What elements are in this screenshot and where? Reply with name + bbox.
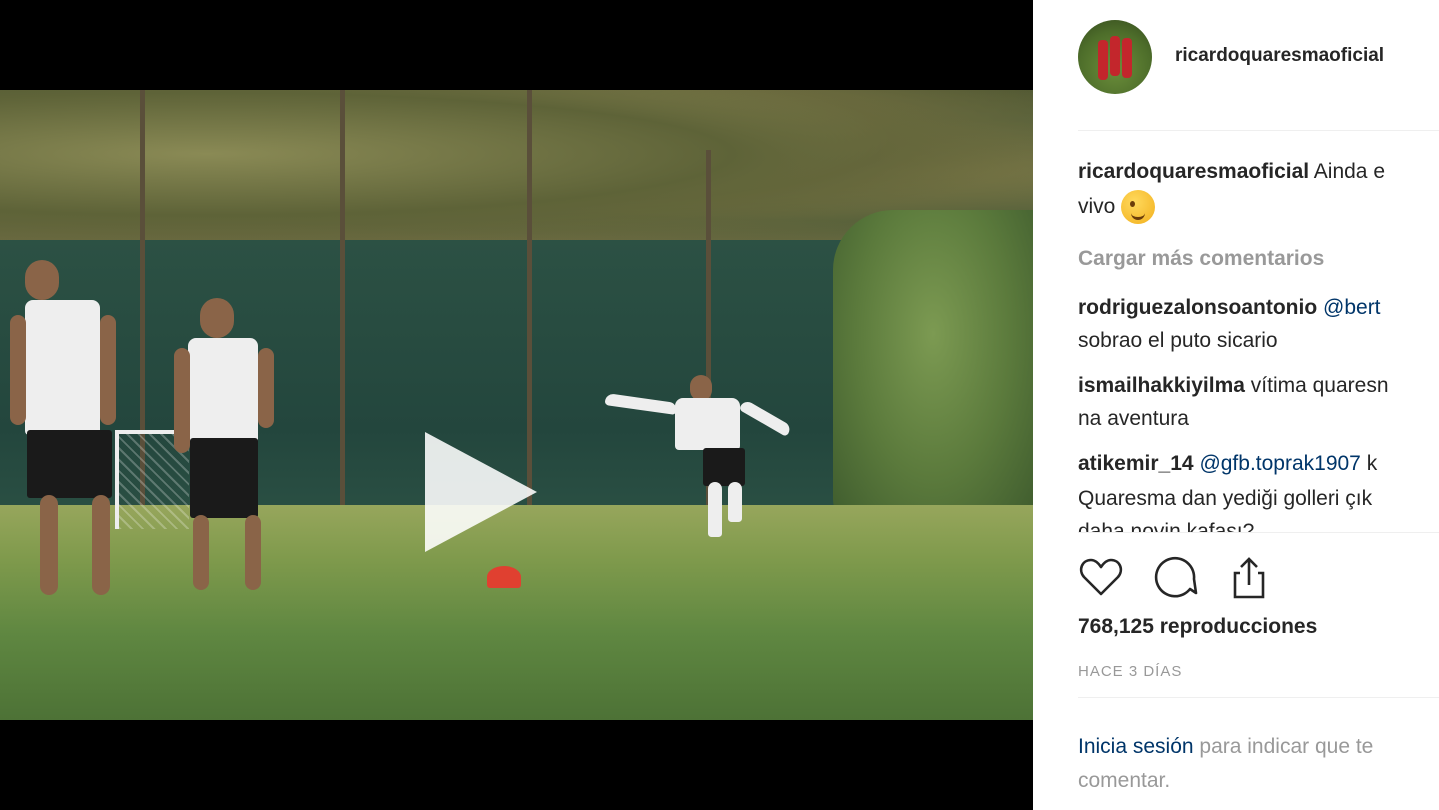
video-frame[interactable]: [0, 90, 1033, 720]
comment-mention[interactable]: @bert: [1323, 296, 1381, 319]
comment-text: k: [1366, 452, 1378, 475]
caption-username[interactable]: ricardoquaresmaoficial: [1078, 160, 1309, 183]
heart-icon[interactable]: [1078, 555, 1124, 601]
comment-text: vítima quaresn: [1250, 374, 1389, 397]
login-text-2: comentar.: [1078, 769, 1171, 792]
video-player[interactable]: [0, 0, 1033, 810]
comment: atikemir_14 @gfb.toprak1907 k: [1078, 447, 1377, 481]
comment-username[interactable]: ismailhakkiyilma: [1078, 374, 1245, 397]
comment: ismailhakkiyilma vítima quaresn: [1078, 369, 1389, 403]
comment: rodriguezalonsoantonio @bert: [1078, 291, 1381, 325]
footer-divider: [1078, 697, 1439, 698]
comment-text: na aventura: [1078, 407, 1189, 430]
play-icon[interactable]: [425, 432, 537, 552]
comment-text: sobrao el puto sicario: [1078, 329, 1278, 352]
comments-divider: [1078, 532, 1439, 533]
view-count: 768,125 reproducciones: [1078, 615, 1318, 638]
login-prompt: Inicia sesión para indicar que te coment…: [1078, 730, 1439, 798]
training-cone: [487, 566, 521, 588]
wink-emoji-icon: [1121, 190, 1156, 225]
comment-text: daha novin kafası?: [1078, 520, 1255, 532]
load-more-comments[interactable]: Cargar más comentarios: [1078, 242, 1324, 276]
share-icon[interactable]: [1226, 555, 1272, 601]
comment-mention[interactable]: @gfb.toprak1907: [1199, 452, 1360, 475]
comment-username[interactable]: rodriguezalonsoantonio: [1078, 296, 1317, 319]
post-time[interactable]: HACE 3 DÍAS: [1078, 663, 1182, 680]
login-text: para indicar que te: [1199, 735, 1374, 758]
comment-icon[interactable]: [1152, 555, 1198, 601]
avatar[interactable]: [1078, 20, 1152, 94]
comment-text: Quaresma dan yediği golleri çık: [1078, 487, 1373, 510]
hedge: [833, 210, 1033, 520]
caption: ricardoquaresmaoficial Ainda e: [1078, 155, 1385, 189]
caption-line2: vivo: [1078, 190, 1156, 225]
header-username[interactable]: ricardoquaresmaoficial: [1175, 45, 1384, 67]
comment-username[interactable]: atikemir_14: [1078, 452, 1194, 475]
fence-pole: [340, 90, 345, 510]
header-divider: [1078, 130, 1439, 131]
login-link[interactable]: Inicia sesión: [1078, 735, 1194, 758]
comment-clip: daha novin kafası?: [1033, 516, 1439, 532]
caption-text: Ainda e: [1313, 160, 1386, 183]
post-sidebar: ricardoquaresmaoficial ricardoquaresmaof…: [1033, 0, 1439, 810]
caption-text-2: vivo: [1078, 195, 1116, 218]
